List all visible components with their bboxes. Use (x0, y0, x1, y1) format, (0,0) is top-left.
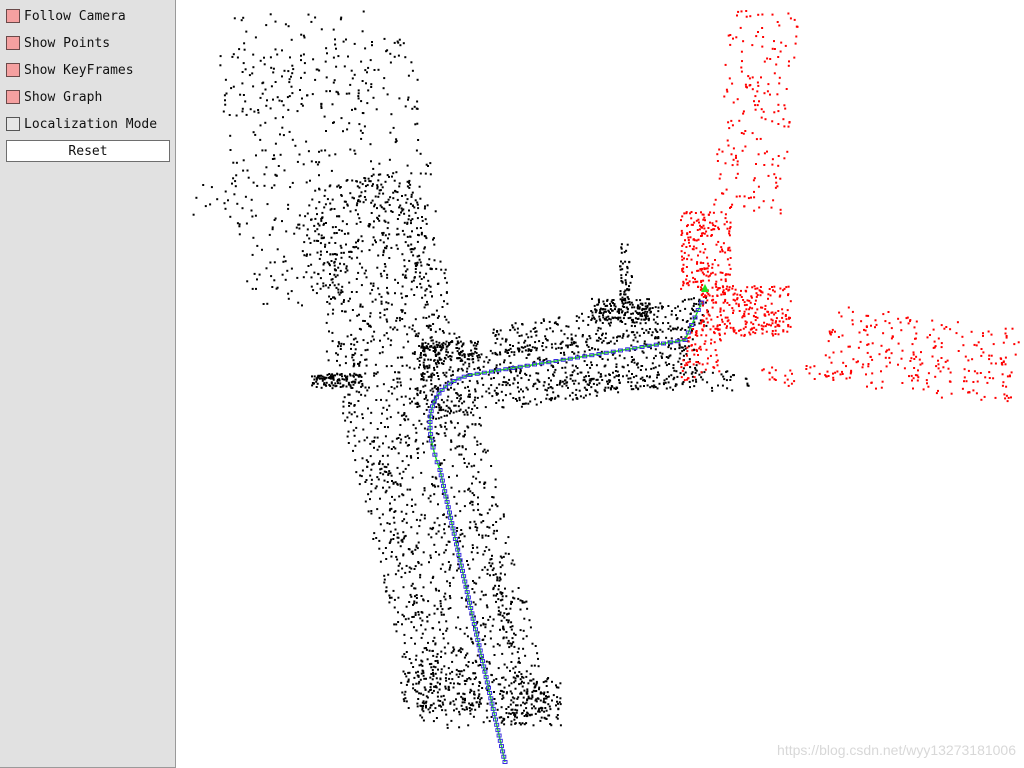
show-points-checkbox[interactable] (6, 36, 20, 50)
control-panel: Follow Camera Show Points Show KeyFrames… (0, 0, 176, 768)
watermark-text: https://blog.csdn.net/wyy13273181006 (777, 742, 1016, 758)
show-keyframes-label: Show KeyFrames (24, 62, 134, 78)
show-keyframes-toggle[interactable]: Show KeyFrames (6, 60, 134, 80)
follow-camera-checkbox[interactable] (6, 9, 20, 23)
show-graph-checkbox[interactable] (6, 90, 20, 104)
follow-camera-label: Follow Camera (24, 8, 126, 24)
show-keyframes-checkbox[interactable] (6, 63, 20, 77)
keyframes-layer (427, 300, 705, 764)
map-3d-viewport[interactable]: https://blog.csdn.net/wyy13273181006 (176, 0, 1024, 768)
show-points-label: Show Points (24, 35, 111, 51)
map-points-layer (192, 10, 750, 729)
show-graph-toggle[interactable]: Show Graph (6, 87, 102, 107)
show-graph-label: Show Graph (24, 89, 103, 105)
localization-mode-toggle[interactable]: Localization Mode (6, 114, 157, 134)
reset-button[interactable]: Reset (6, 140, 170, 162)
follow-camera-toggle[interactable]: Follow Camera (6, 6, 126, 26)
show-points-toggle[interactable]: Show Points (6, 33, 110, 53)
local-map-points-layer (680, 10, 1020, 403)
slam-viewer-window: Follow Camera Show Points Show KeyFrames… (0, 0, 1024, 768)
localization-mode-label: Localization Mode (24, 116, 158, 132)
localization-mode-checkbox[interactable] (6, 117, 20, 131)
point-cloud-canvas[interactable] (176, 0, 1024, 768)
